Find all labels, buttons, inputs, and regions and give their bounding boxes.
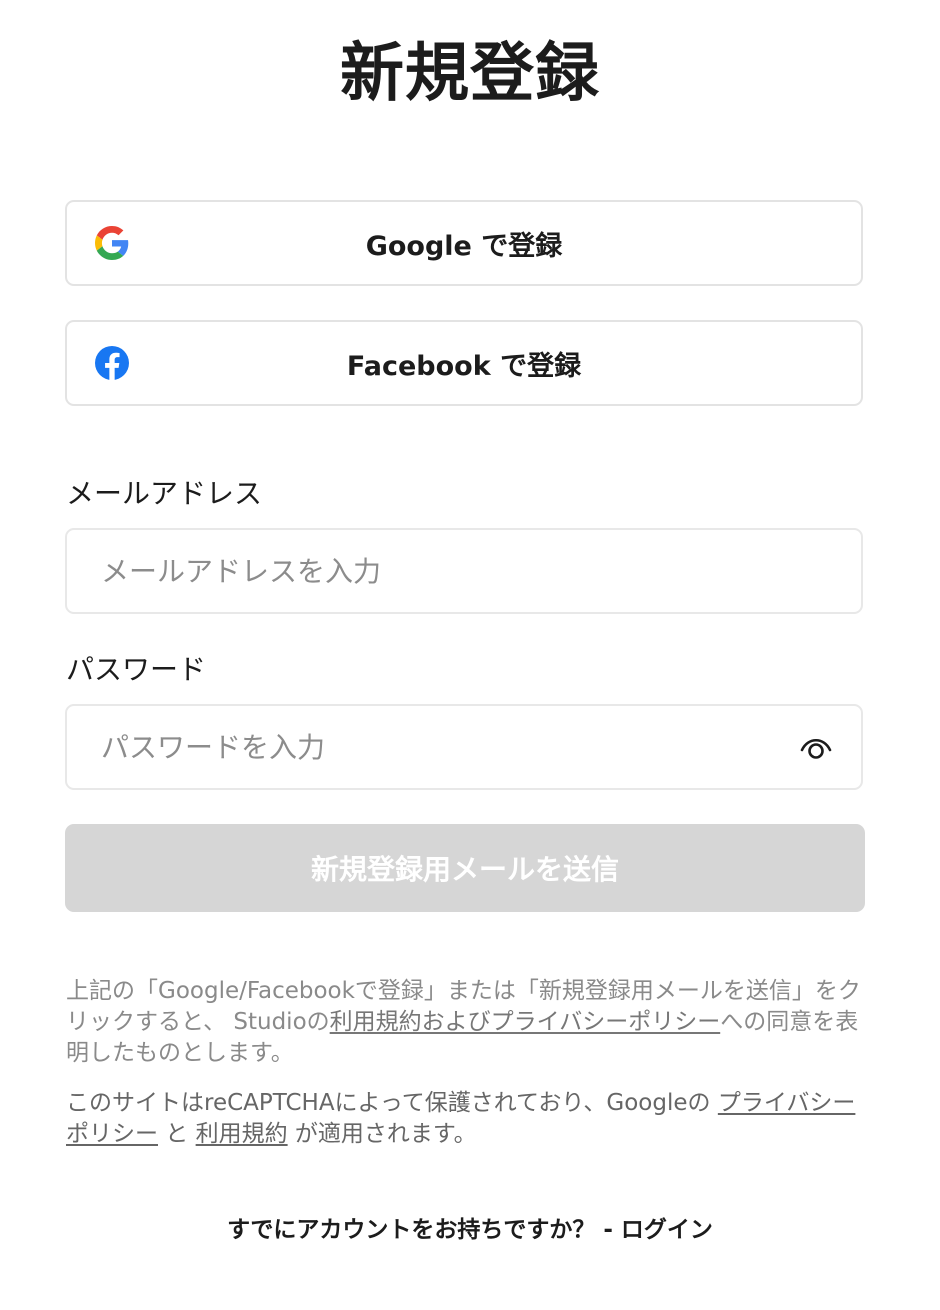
terms-notice: 上記の「Google/Facebookで登録」または「新規登録用メールを送信」を… xyxy=(66,976,866,1069)
email-label: メールアドレス xyxy=(66,477,263,510)
google-signup-label: Google で登録 xyxy=(365,230,563,262)
password-label: パスワード xyxy=(66,653,207,686)
page-title: 新規登録 xyxy=(340,37,600,111)
send-signup-email-button[interactable]: 新規登録用メールを送信 xyxy=(65,824,865,912)
password-field-container xyxy=(65,704,863,790)
facebook-f-icon xyxy=(95,346,129,380)
recaptcha-notice-prefix: このサイトはreCAPTCHAによって保護されており、Googleの xyxy=(66,1090,718,1116)
recaptcha-notice-and: と xyxy=(158,1121,196,1147)
recaptcha-notice-suffix: が適用されます。 xyxy=(287,1121,477,1147)
signup-page: 新規登録 Google で登録 Facebook で登録 メールアドレス パスワ… xyxy=(0,0,940,1310)
recaptcha-notice: このサイトはreCAPTCHAによって保護されており、Googleの プライバシ… xyxy=(66,1088,866,1150)
facebook-signup-label: Facebook で登録 xyxy=(346,350,582,382)
password-input[interactable] xyxy=(67,706,861,788)
login-link[interactable]: すでにアカウントをお持ちですか？ - ログイン xyxy=(227,1217,713,1243)
email-input[interactable] xyxy=(67,530,861,612)
email-field-container xyxy=(65,528,863,614)
facebook-signup-button[interactable]: Facebook で登録 xyxy=(65,320,863,406)
login-prompt: すでにアカウントをお持ちですか？ - ログイン xyxy=(0,1214,940,1246)
terms-privacy-link[interactable]: 利用規約およびプライバシーポリシー xyxy=(330,1009,721,1035)
google-signup-button[interactable]: Google で登録 xyxy=(65,200,863,286)
google-terms-link[interactable]: 利用規約 xyxy=(196,1121,288,1147)
google-g-icon xyxy=(95,226,129,260)
eye-icon[interactable] xyxy=(799,732,833,762)
